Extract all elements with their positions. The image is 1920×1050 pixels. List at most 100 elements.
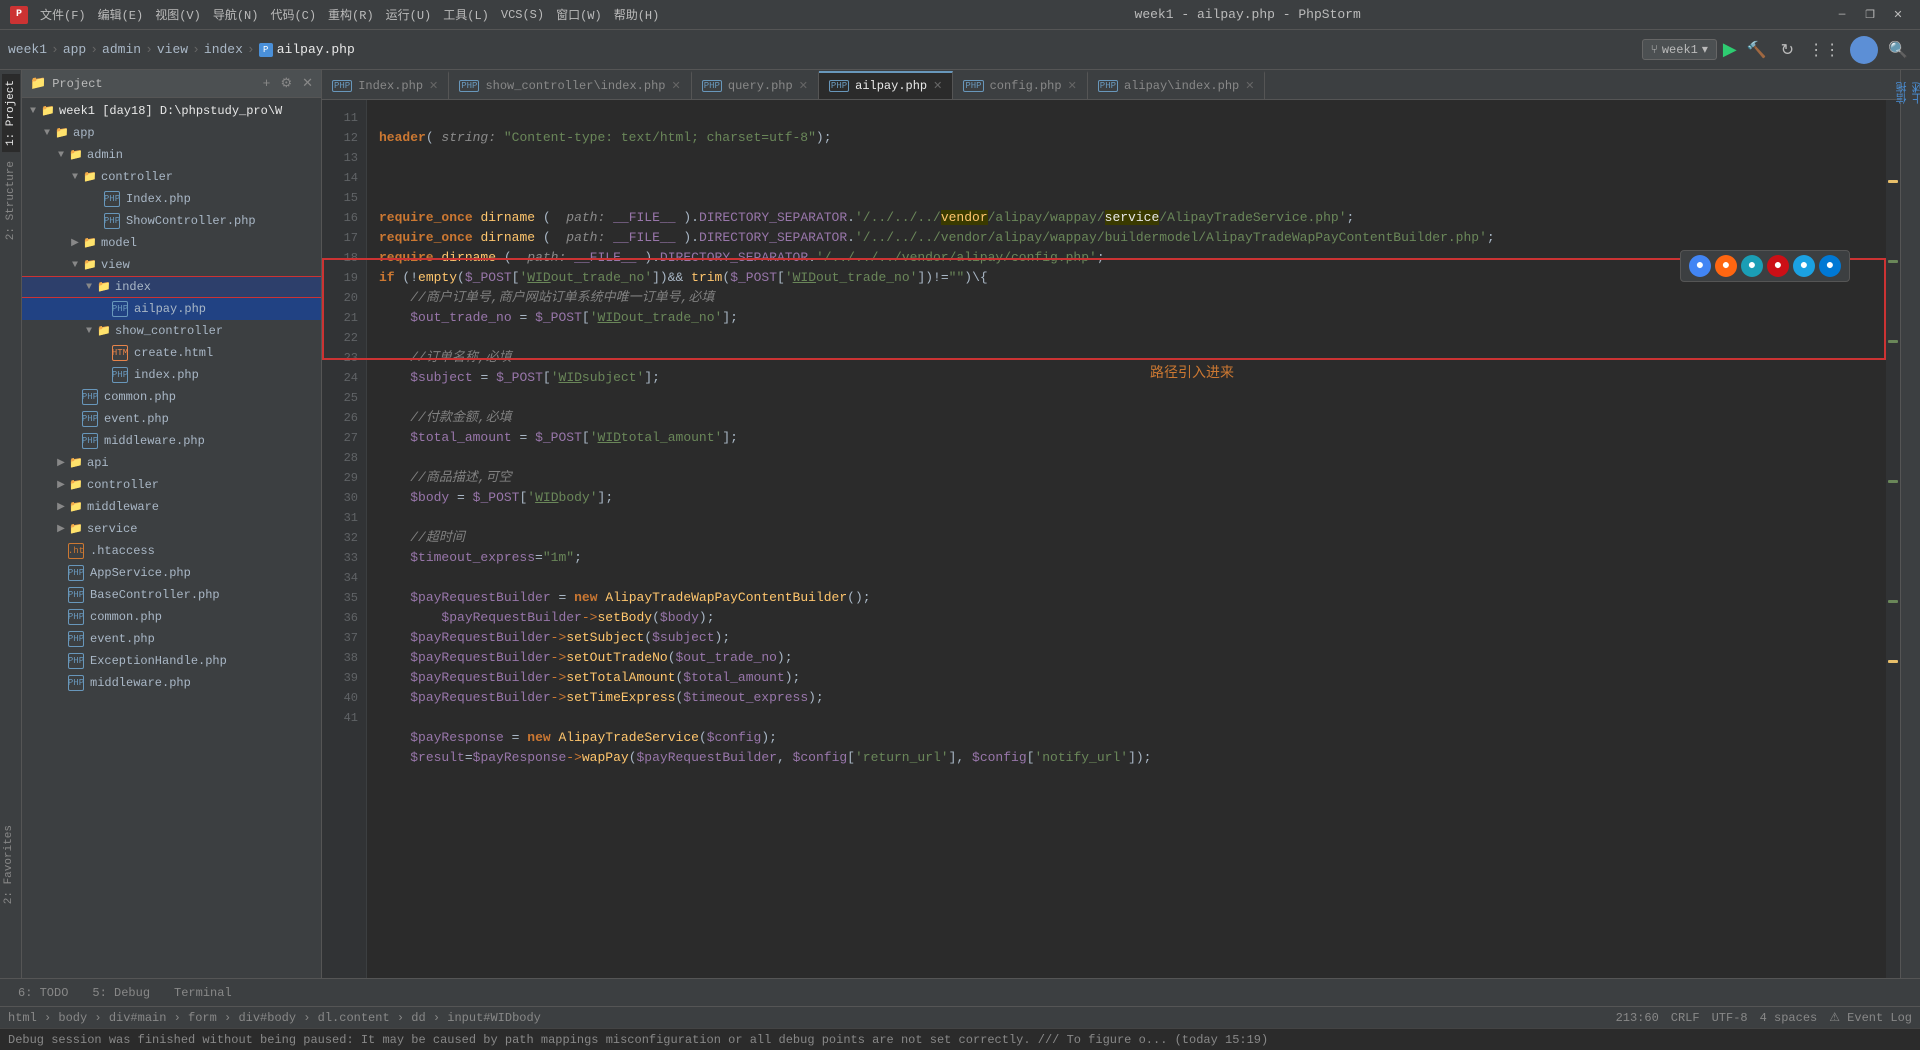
opera-icon[interactable]: ● xyxy=(1767,255,1789,277)
breadcrumb-week1[interactable]: week1 xyxy=(8,42,47,57)
tab-close[interactable]: ✕ xyxy=(933,79,942,93)
menu-tools[interactable]: 工具(L) xyxy=(437,0,495,30)
right-icon-alipay[interactable]: 信拖上述 xyxy=(1901,70,1920,110)
firefox-icon[interactable]: ● xyxy=(1715,255,1737,277)
php-icon: PHP xyxy=(82,433,98,449)
statusbar-breadcrumb[interactable]: html › body › div#main › form › div#body… xyxy=(8,1011,541,1025)
close-icon[interactable]: ✕ xyxy=(302,76,313,91)
tree-htaccess[interactable]: .ht .htaccess xyxy=(22,540,321,562)
menu-code[interactable]: 代码(C) xyxy=(264,0,322,30)
statusbar-indent[interactable]: 4 spaces xyxy=(1760,1010,1818,1025)
build-icon[interactable]: 🔨 xyxy=(1743,36,1771,64)
more-tools-icon[interactable]: ⋮⋮ xyxy=(1804,36,1844,64)
add-icon[interactable]: + xyxy=(263,76,271,91)
minimize-button[interactable]: — xyxy=(1830,5,1854,25)
close-button[interactable]: ✕ xyxy=(1886,5,1910,25)
breadcrumb-view[interactable]: view xyxy=(157,42,188,57)
code-content[interactable]: header( string: "Content-type: text/html… xyxy=(367,100,1886,978)
tree-admin-label: admin xyxy=(87,148,123,162)
folder-icon: 📁 xyxy=(54,125,70,141)
statusbar-event-log[interactable]: ⚠ Event Log xyxy=(1829,1010,1912,1025)
chrome-icon[interactable]: ● xyxy=(1689,255,1711,277)
project-panel-label[interactable]: 1: Project xyxy=(2,74,20,152)
htaccess-icon: .ht xyxy=(68,543,84,559)
menu-help[interactable]: 帮助(H) xyxy=(608,0,666,30)
menu-view[interactable]: 视图(V) xyxy=(149,0,207,30)
tab-config[interactable]: PHP config.php ✕ xyxy=(953,71,1087,99)
tree-appservice[interactable]: PHP AppService.php xyxy=(22,562,321,584)
tree-exceptionhandle[interactable]: PHP ExceptionHandle.php xyxy=(22,650,321,672)
tree-admin[interactable]: ▼ 📁 admin xyxy=(22,144,321,166)
tab-close[interactable]: ✕ xyxy=(1068,79,1077,93)
run-button[interactable]: ▶ xyxy=(1723,39,1737,61)
ie-icon[interactable]: ● xyxy=(1793,255,1815,277)
menu-vcs[interactable]: VCS(S) xyxy=(495,0,550,30)
tree-view[interactable]: ▼ 📁 view xyxy=(22,254,321,276)
maximize-button[interactable]: ❐ xyxy=(1858,5,1882,25)
tab-terminal[interactable]: Terminal xyxy=(164,981,242,1005)
tree-service[interactable]: ▶ 📁 service xyxy=(22,518,321,540)
settings-icon[interactable]: ⚙ xyxy=(280,76,292,91)
tab-close[interactable]: ✕ xyxy=(429,79,438,93)
safari-icon[interactable]: ● xyxy=(1741,255,1763,277)
tree-event-root[interactable]: PHP event.php xyxy=(22,628,321,650)
tree-controller[interactable]: ▼ 📁 controller xyxy=(22,166,321,188)
tree-model[interactable]: ▶ 📁 model xyxy=(22,232,321,254)
menu-edit[interactable]: 编辑(E) xyxy=(92,0,150,30)
statusbar-line-col[interactable]: 213:60 xyxy=(1616,1010,1659,1025)
tab-todo[interactable]: 6: TODO xyxy=(8,981,78,1005)
tab-alipay-index[interactable]: PHP alipay\index.php ✕ xyxy=(1088,71,1266,99)
tree-controller2[interactable]: ▶ 📁 controller xyxy=(22,474,321,496)
tab-close[interactable]: ✕ xyxy=(671,79,680,93)
php-icon: PHP xyxy=(68,631,84,647)
tree-root[interactable]: ▼ 📁 week1 [day18] D:\phpstudy_pro\W xyxy=(22,100,321,122)
folder-icon: 📁 xyxy=(68,521,84,537)
breadcrumb-admin[interactable]: admin xyxy=(102,42,141,57)
tab-close[interactable]: ✕ xyxy=(799,79,808,93)
menu-nav[interactable]: 导航(N) xyxy=(207,0,265,30)
tree-show-index-php[interactable]: PHP index.php xyxy=(22,364,321,386)
menu-window[interactable]: 窗口(W) xyxy=(550,0,608,30)
tree-showcontroller[interactable]: PHP ShowController.php xyxy=(22,210,321,232)
tree-app[interactable]: ▼ 📁 app xyxy=(22,122,321,144)
tab-index-php[interactable]: PHP Index.php ✕ xyxy=(322,71,449,99)
statusbar-encoding[interactable]: UTF-8 xyxy=(1712,1010,1748,1025)
tree-api[interactable]: ▶ 📁 api xyxy=(22,452,321,474)
tree-exceptionhandle-label: ExceptionHandle.php xyxy=(90,654,227,668)
tree-index-folder[interactable]: ▼ 📁 index xyxy=(22,276,321,298)
reload-icon[interactable]: ↻ xyxy=(1777,36,1798,64)
tree-show-controller[interactable]: ▼ 📁 show_controller xyxy=(22,320,321,342)
tree-index-php[interactable]: PHP Index.php xyxy=(22,188,321,210)
tree-index-php-label: Index.php xyxy=(126,192,191,206)
edge-icon[interactable]: ● xyxy=(1819,255,1841,277)
tree-event-php[interactable]: PHP event.php xyxy=(22,408,321,430)
breadcrumb-file[interactable]: P ailpay.php xyxy=(259,42,355,57)
structure-panel-label[interactable]: 2: Structure xyxy=(2,155,20,246)
menu-refactor[interactable]: 重构(R) xyxy=(322,0,380,30)
menu-file[interactable]: 文件(F) xyxy=(34,0,92,30)
tab-debug[interactable]: 5: Debug xyxy=(82,981,160,1005)
favorites-panel-label[interactable]: 2: Favorites xyxy=(0,819,18,910)
tab-query[interactable]: PHP query.php ✕ xyxy=(692,71,819,99)
tree-middleware-root[interactable]: PHP middleware.php xyxy=(22,672,321,694)
branch-selector[interactable]: ⑂ week1 ▾ xyxy=(1642,39,1717,60)
tree-create-html[interactable]: HTM create.html xyxy=(22,342,321,364)
main-area: 1: Project 2: Structure 2: Favorites 📁 P… xyxy=(0,70,1920,978)
tree-middleware-admin[interactable]: PHP middleware.php xyxy=(22,430,321,452)
tree-ailpay[interactable]: PHP ailpay.php xyxy=(22,298,321,320)
php-icon: PHP xyxy=(68,609,84,625)
tree-basecontroller[interactable]: PHP BaseController.php xyxy=(22,584,321,606)
statusbar-line-ending[interactable]: CRLF xyxy=(1671,1010,1700,1025)
tab-close[interactable]: ✕ xyxy=(1245,79,1254,93)
tab-ailpay[interactable]: PHP ailpay.php ✕ xyxy=(819,71,953,99)
search-icon[interactable]: 🔍 xyxy=(1884,36,1912,64)
tree-event-root-label: event.php xyxy=(90,632,155,646)
menu-run[interactable]: 运行(U) xyxy=(380,0,438,30)
tree-common-php[interactable]: PHP common.php xyxy=(22,386,321,408)
tab-todo-label: 6: TODO xyxy=(18,986,68,1000)
tree-middleware[interactable]: ▶ 📁 middleware xyxy=(22,496,321,518)
breadcrumb-index[interactable]: index xyxy=(204,42,243,57)
tree-common-root[interactable]: PHP common.php xyxy=(22,606,321,628)
breadcrumb-app[interactable]: app xyxy=(63,42,86,57)
tab-show-controller[interactable]: PHP show_controller\index.php ✕ xyxy=(449,71,691,99)
